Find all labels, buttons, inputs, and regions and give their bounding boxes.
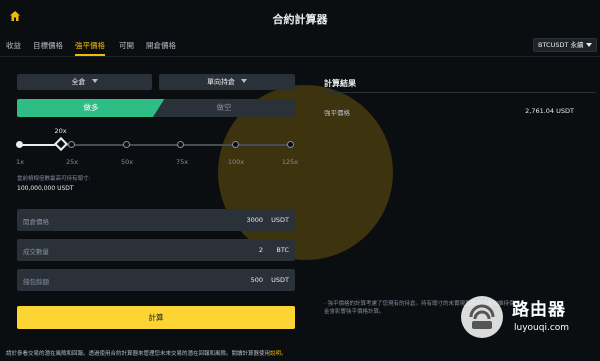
- watermark-brand: 路由器 luyouqi.com: [460, 293, 596, 345]
- leverage-tick: 125x: [281, 158, 299, 166]
- brand-url: luyouqi.com: [514, 323, 570, 333]
- leverage-tick: 50x: [120, 158, 134, 166]
- leverage-tick: 75x: [175, 158, 189, 166]
- chevron-down-icon: [586, 43, 592, 47]
- leverage-value-label: 20x: [54, 127, 67, 135]
- max-position-value: 100,000,000 USDT: [17, 185, 74, 192]
- entry-price-label: 開倉價格: [23, 218, 49, 226]
- leverage-stop-dot[interactable]: [67, 141, 75, 148]
- margin-mode-label: 全倉: [71, 78, 86, 86]
- chevron-down-icon: [241, 79, 247, 83]
- entry-price-unit: USDT: [271, 216, 289, 224]
- quantity-label: 成交數量: [23, 248, 49, 256]
- tab-pnl[interactable]: 收益: [6, 38, 21, 56]
- leverage-stop-dot[interactable]: [286, 141, 294, 148]
- leverage-tick: 25x: [65, 158, 79, 166]
- results-divider: [324, 92, 596, 93]
- margin-mode-dropdown[interactable]: 全倉: [17, 74, 152, 90]
- tab-target-price[interactable]: 目標價格: [33, 38, 63, 56]
- quantity-unit: BTC: [276, 246, 289, 254]
- footer-text-end: 。: [281, 351, 287, 357]
- quantity-field[interactable]: 成交數量 2 BTC: [17, 239, 295, 261]
- leverage-tick: 1x: [16, 158, 24, 166]
- router-logo-icon: [461, 296, 503, 338]
- calculator-tabs: 收益 目標價格 強平價格 可開 開倉價格: [0, 38, 600, 56]
- long-button[interactable]: 做多: [17, 99, 165, 117]
- entry-price-field[interactable]: 開倉價格 3000 USDT: [17, 209, 295, 231]
- footer-help-link[interactable]: 說明: [270, 351, 281, 357]
- leverage-stop-dot[interactable]: [231, 141, 239, 148]
- calculate-button[interactable]: 計算: [17, 306, 295, 329]
- leverage-stop-dot[interactable]: [122, 141, 130, 148]
- position-mode-label: 單向持倉: [207, 78, 235, 86]
- top-bar: 合約計算器: [0, 0, 600, 36]
- symbol-select[interactable]: BTCUSDT 永續: [533, 38, 597, 52]
- liquidation-price-value: 2,761.04 USDT: [525, 107, 574, 115]
- chevron-down-icon: [91, 79, 98, 83]
- wallet-balance-label: 錢包餘額: [23, 278, 49, 286]
- leverage-slider-thumb[interactable]: [53, 136, 68, 152]
- results-title: 計算結果: [324, 79, 356, 88]
- entry-price-value: 3000: [246, 216, 263, 224]
- wallet-balance-value: 500: [250, 276, 263, 284]
- wallet-balance-field[interactable]: 錢包餘額 500 USDT: [17, 269, 295, 291]
- liquidation-price-label: 強平價格: [324, 109, 350, 117]
- brand-name: 路由器: [512, 300, 566, 320]
- max-position-note: 當前槓桿倍數最高可持有頭寸:: [17, 176, 91, 182]
- tab-liquidation-price[interactable]: 強平價格: [75, 38, 105, 56]
- tab-entry-price[interactable]: 開倉價格: [146, 38, 176, 56]
- short-button[interactable]: 做空: [153, 99, 295, 117]
- leverage-stop-dot[interactable]: [15, 141, 23, 148]
- leverage-stop-dot[interactable]: [177, 141, 185, 148]
- symbol-select-label: BTCUSDT 永續: [538, 41, 584, 49]
- quantity-value: 2: [258, 246, 263, 254]
- footer-text-body: 請於參看交易的潛在風險和回報。透過使用合約計算器來管理您未來交易的潛在回報和風險…: [6, 351, 271, 357]
- page-title: 合約計算器: [272, 13, 328, 26]
- footer-text: 請於參看交易的潛在風險和回報。透過使用合約計算器來管理您未來交易的潛在回報和風險…: [6, 349, 287, 357]
- wallet-balance-unit: USDT: [271, 276, 289, 284]
- leverage-tick: 100x: [227, 158, 245, 166]
- position-mode-dropdown[interactable]: 單向持倉: [159, 74, 295, 90]
- tabs-divider: [0, 56, 600, 57]
- tab-max-open[interactable]: 可開: [119, 38, 134, 56]
